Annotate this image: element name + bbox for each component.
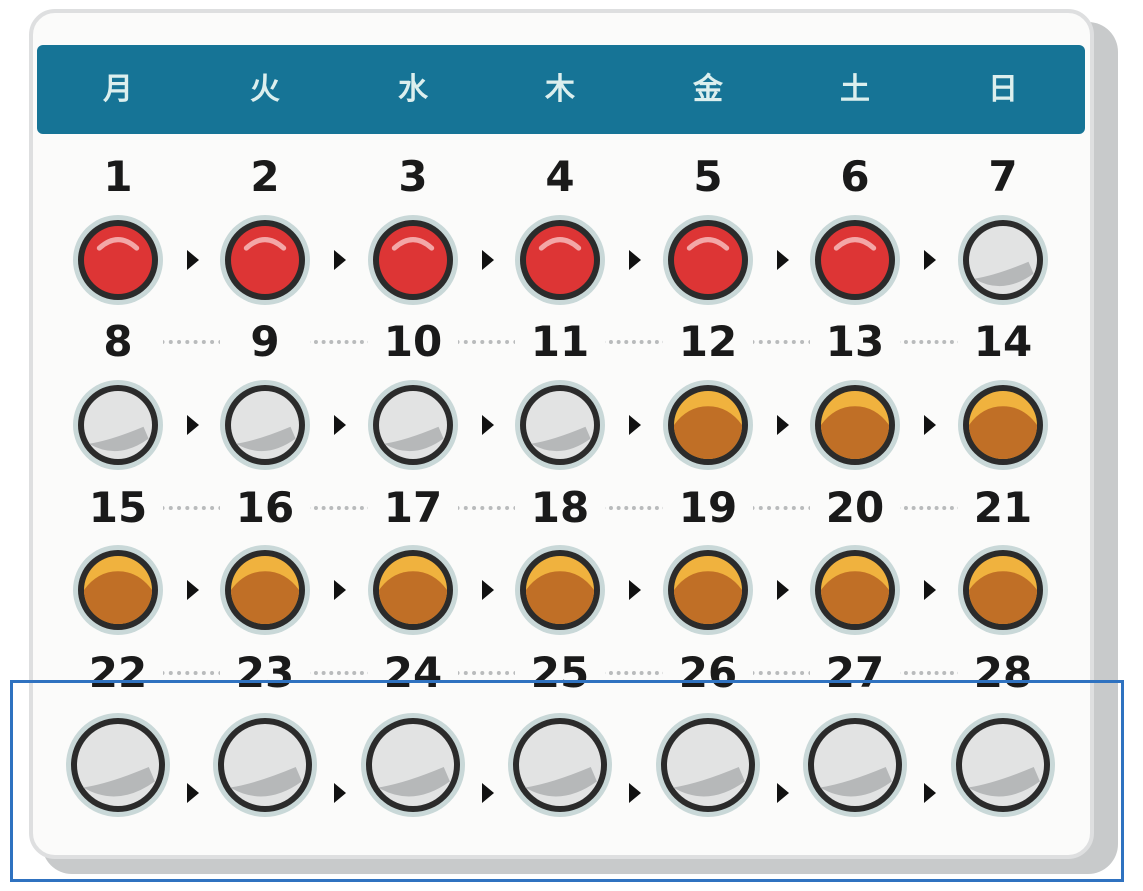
calendar-stage: 月 火 水 木 金 土 日 1 2 3 4 5 6 7 8 9 10 11 12 13 14 15 16 17 1… xyxy=(0,0,1143,891)
next-day-arrow-icon xyxy=(629,250,641,270)
day-number: 20 xyxy=(810,485,900,531)
day-number: 18 xyxy=(515,485,605,531)
next-day-arrow-icon xyxy=(482,250,494,270)
day-number: 23 xyxy=(220,650,310,696)
day-marker-red[interactable] xyxy=(219,214,311,306)
day-number: 7 xyxy=(958,154,1048,200)
day-number: 1 xyxy=(73,154,163,200)
next-day-arrow-icon xyxy=(187,415,199,435)
next-day-arrow-icon xyxy=(777,783,789,803)
day-marker-empty[interactable] xyxy=(514,379,606,471)
day-marker-red[interactable] xyxy=(514,214,606,306)
day-marker-empty[interactable] xyxy=(360,712,466,818)
weekday-label-tue: 火 xyxy=(250,72,280,107)
day-number: 4 xyxy=(515,154,605,200)
day-number: 22 xyxy=(73,650,163,696)
weekday-label-mon: 月 xyxy=(103,72,133,107)
weekday-label-thu: 木 xyxy=(545,72,575,107)
next-day-arrow-icon xyxy=(629,783,641,803)
day-number: 6 xyxy=(810,154,900,200)
next-day-arrow-icon xyxy=(334,250,346,270)
day-number: 15 xyxy=(73,485,163,531)
day-marker-orange[interactable] xyxy=(957,544,1049,636)
day-marker-orange[interactable] xyxy=(957,379,1049,471)
day-number: 19 xyxy=(663,485,753,531)
day-number: 14 xyxy=(958,319,1048,365)
day-number: 26 xyxy=(663,650,753,696)
day-marker-empty[interactable] xyxy=(957,214,1049,306)
day-number: 10 xyxy=(368,319,458,365)
next-day-arrow-icon xyxy=(924,250,936,270)
day-marker-orange[interactable] xyxy=(219,544,311,636)
day-number: 2 xyxy=(220,154,310,200)
day-number: 25 xyxy=(515,650,605,696)
day-marker-orange[interactable] xyxy=(809,379,901,471)
day-marker-red[interactable] xyxy=(809,214,901,306)
day-number: 28 xyxy=(958,650,1048,696)
day-marker-orange[interactable] xyxy=(809,544,901,636)
weekday-label-wed: 水 xyxy=(398,72,428,107)
weekday-label-sun: 日 xyxy=(988,72,1018,107)
next-day-arrow-icon xyxy=(334,580,346,600)
day-marker-empty[interactable] xyxy=(212,712,318,818)
day-marker-empty[interactable] xyxy=(802,712,908,818)
day-number: 9 xyxy=(220,319,310,365)
day-marker-orange[interactable] xyxy=(662,379,754,471)
weekday-label-sat: 土 xyxy=(840,72,870,107)
next-day-arrow-icon xyxy=(629,415,641,435)
day-marker-empty[interactable] xyxy=(72,379,164,471)
next-day-arrow-icon xyxy=(777,250,789,270)
next-day-arrow-icon xyxy=(187,580,199,600)
day-number: 24 xyxy=(368,650,458,696)
day-marker-empty[interactable] xyxy=(367,379,459,471)
next-day-arrow-icon xyxy=(187,250,199,270)
day-marker-empty[interactable] xyxy=(65,712,171,818)
next-day-arrow-icon xyxy=(482,415,494,435)
next-day-arrow-icon xyxy=(629,580,641,600)
next-day-arrow-icon xyxy=(334,415,346,435)
next-day-arrow-icon xyxy=(924,415,936,435)
day-marker-orange[interactable] xyxy=(72,544,164,636)
day-number: 16 xyxy=(220,485,310,531)
day-marker-orange[interactable] xyxy=(367,544,459,636)
day-number: 17 xyxy=(368,485,458,531)
day-marker-orange[interactable] xyxy=(662,544,754,636)
weekday-label-fri: 金 xyxy=(693,72,723,107)
next-day-arrow-icon xyxy=(777,580,789,600)
next-day-arrow-icon xyxy=(334,783,346,803)
day-number: 8 xyxy=(73,319,163,365)
day-number: 5 xyxy=(663,154,753,200)
next-day-arrow-icon xyxy=(924,783,936,803)
day-number: 11 xyxy=(515,319,605,365)
day-marker-empty[interactable] xyxy=(507,712,613,818)
day-number: 13 xyxy=(810,319,900,365)
next-day-arrow-icon xyxy=(482,783,494,803)
day-marker-red[interactable] xyxy=(72,214,164,306)
next-day-arrow-icon xyxy=(924,580,936,600)
day-number: 3 xyxy=(368,154,458,200)
day-marker-empty[interactable] xyxy=(950,712,1056,818)
day-marker-empty[interactable] xyxy=(655,712,761,818)
day-marker-red[interactable] xyxy=(662,214,754,306)
day-number: 12 xyxy=(663,319,753,365)
day-number: 21 xyxy=(958,485,1048,531)
day-number: 27 xyxy=(810,650,900,696)
day-marker-orange[interactable] xyxy=(514,544,606,636)
day-marker-red[interactable] xyxy=(367,214,459,306)
day-marker-empty[interactable] xyxy=(219,379,311,471)
next-day-arrow-icon xyxy=(187,783,199,803)
next-day-arrow-icon xyxy=(777,415,789,435)
next-day-arrow-icon xyxy=(482,580,494,600)
